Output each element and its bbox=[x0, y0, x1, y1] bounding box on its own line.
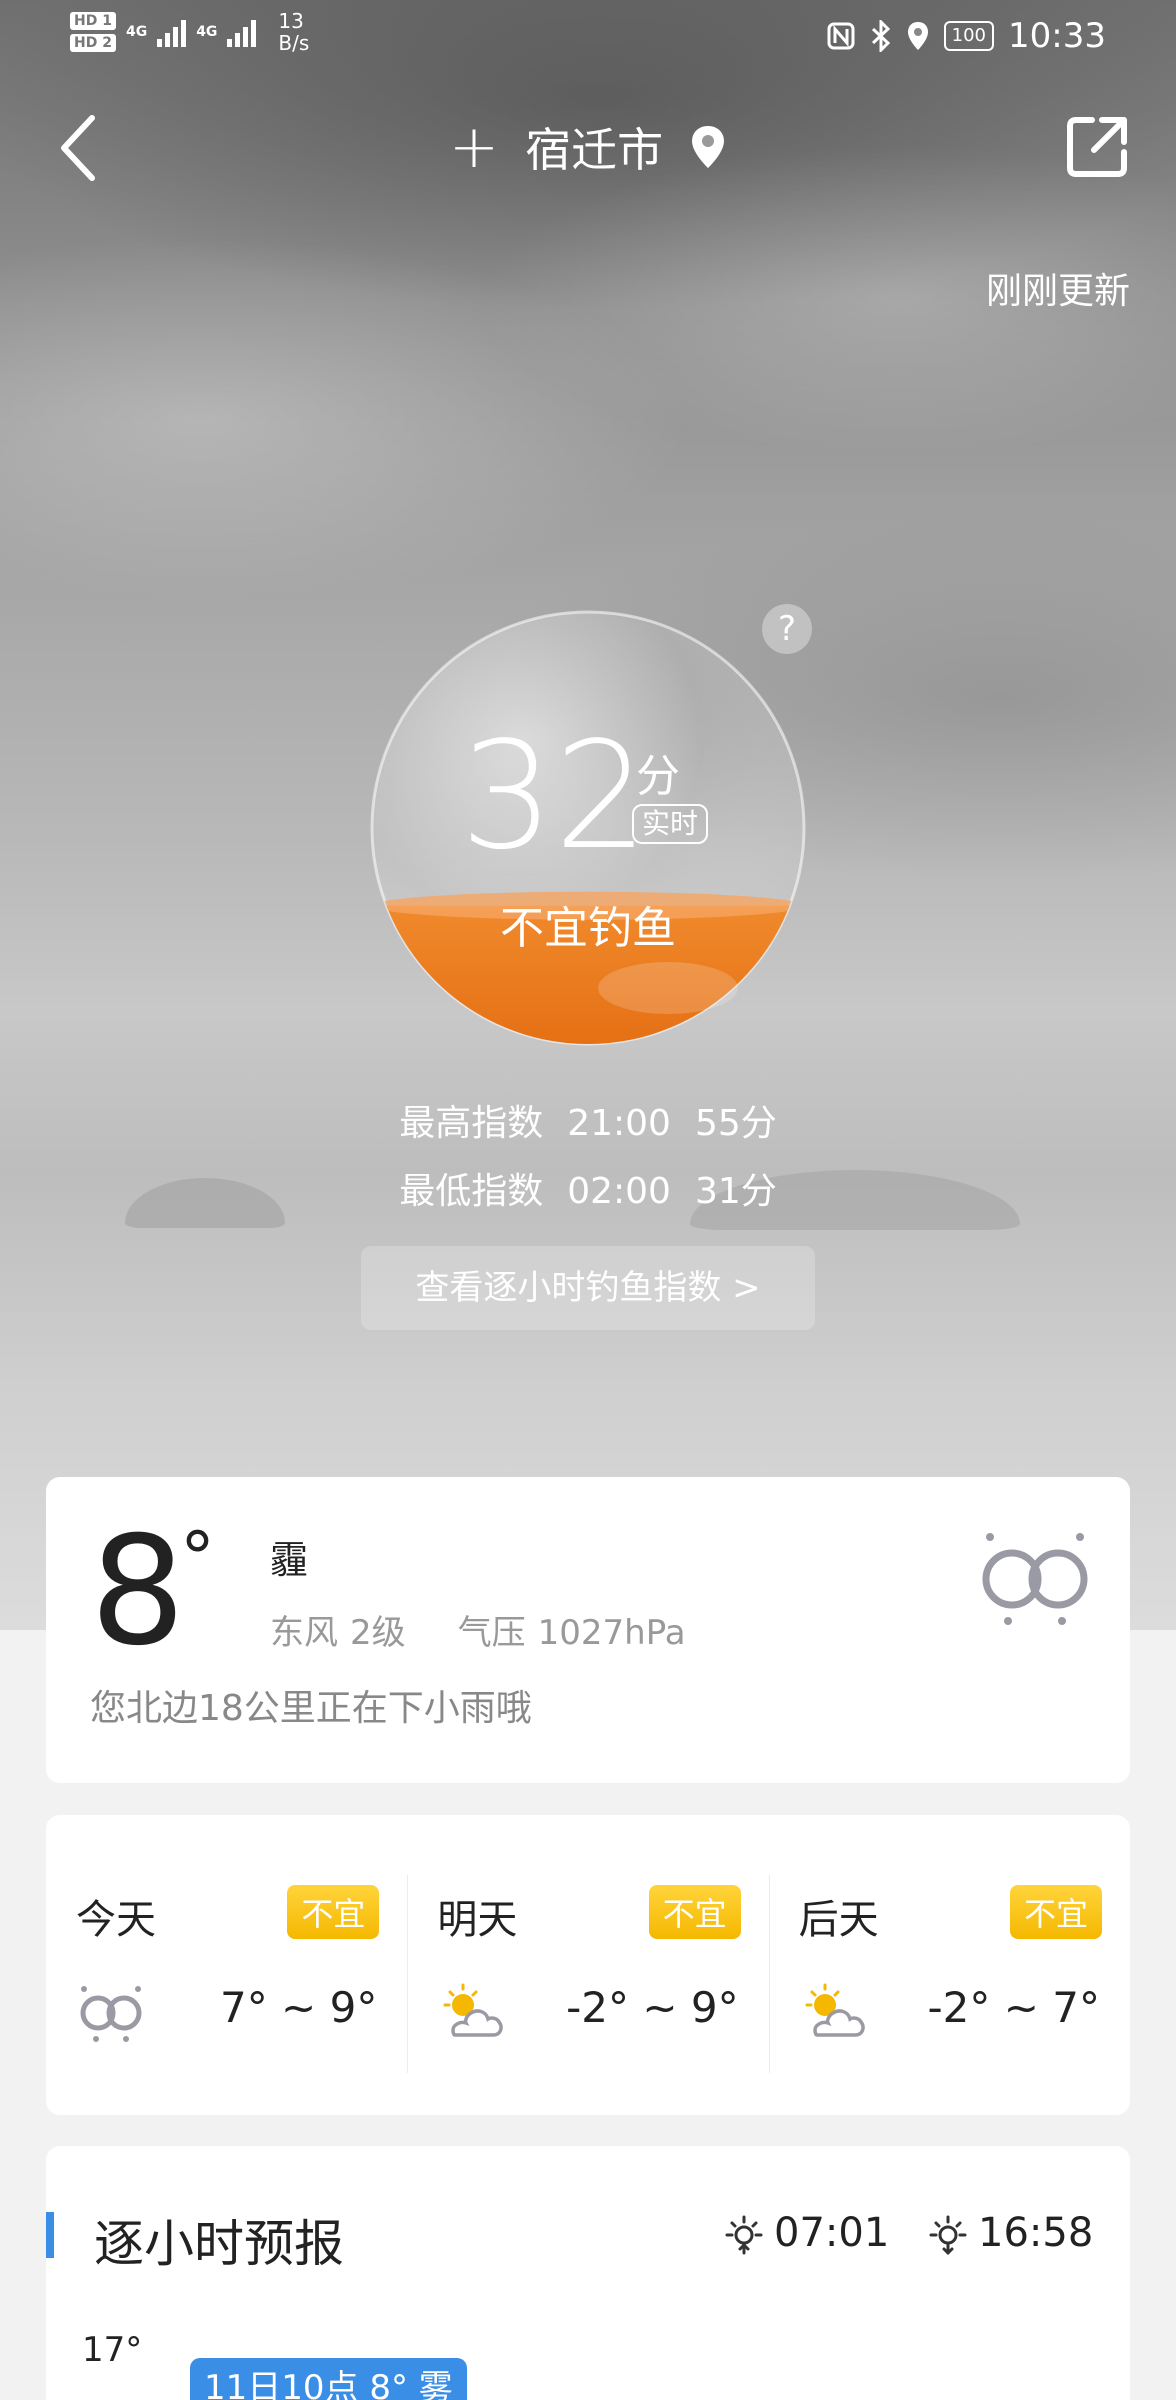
temp-range: -2° ~ 9° bbox=[566, 1983, 739, 2032]
hourly-peak-temp: 17° bbox=[82, 2330, 143, 2370]
fishing-badge: 不宜 bbox=[1009, 1885, 1102, 1939]
temp-range: -2° ~ 7° bbox=[927, 1983, 1100, 2032]
sunset-icon bbox=[929, 2215, 967, 2255]
network-type: 4G bbox=[125, 24, 148, 40]
partly-cloudy-icon bbox=[805, 1983, 865, 2037]
section-accent-bar bbox=[46, 2212, 54, 2258]
sunset-time: 16:58 bbox=[978, 2210, 1094, 2256]
day-after-tomorrow[interactable]: 后天 不宜 -2° ~ 7° bbox=[768, 1815, 1130, 2115]
clock: 10:33 bbox=[1008, 16, 1106, 56]
realtime-tag: 实时 bbox=[632, 804, 709, 844]
wind-level: 2级 bbox=[350, 1613, 406, 1653]
pressure-value: 1027hPa bbox=[537, 1613, 686, 1653]
highest-index-row: 最高指数 21:00 55分 bbox=[399, 1103, 777, 1144]
pressure-label: 气压 bbox=[457, 1613, 526, 1653]
current-condition: 霾 bbox=[270, 1538, 309, 1582]
city-name: 宿迁市 bbox=[525, 123, 664, 177]
score-unit: 分 bbox=[636, 751, 680, 802]
day-name: 今天 bbox=[76, 1897, 156, 1943]
hd-indicators: HD 1 HD 2 bbox=[70, 12, 116, 52]
three-day-forecast-card: 今天 不宜 7° ~ 9° 明天 不宜 -2° ~ 9° 后天 不宜 -2° ~… bbox=[46, 1815, 1130, 2115]
fishing-index-page: HD 1 HD 2 4G 4G 13 B/s 100 10:33 + 宿迁市 刚… bbox=[0, 0, 1176, 2400]
day-today[interactable]: 今天 不宜 7° ~ 9° bbox=[46, 1815, 407, 2115]
sunset: 16:58 bbox=[926, 2210, 1093, 2256]
hd1-badge: HD 1 bbox=[70, 12, 116, 30]
update-status: 刚刚更新 bbox=[985, 271, 1130, 312]
fishing-score: 32 bbox=[460, 710, 649, 882]
network-type-2: 4G bbox=[196, 24, 218, 40]
haze-icon bbox=[80, 1986, 142, 2042]
wind-pressure: 东风 2级 气压 1027hPa bbox=[270, 1605, 698, 1654]
partly-cloudy-icon bbox=[443, 1983, 504, 2037]
lowest-index-row: 最低指数 02:00 31分 bbox=[399, 1171, 777, 1212]
bluetooth-icon bbox=[871, 20, 890, 52]
net-speed: 13 B/s bbox=[278, 9, 310, 55]
location-pin-icon bbox=[692, 126, 725, 168]
temp-range: 7° ~ 9° bbox=[219, 1983, 378, 2032]
fishing-verdict: 不宜钓鱼 bbox=[500, 903, 676, 954]
add-city-icon[interactable]: + bbox=[449, 117, 499, 177]
fishing-badge: 不宜 bbox=[648, 1885, 741, 1939]
hd2-badge: HD 2 bbox=[70, 34, 116, 52]
day-tomorrow[interactable]: 明天 不宜 -2° ~ 9° bbox=[407, 1815, 768, 2115]
status-bar: HD 1 HD 2 4G 4G 13 B/s 100 10:33 bbox=[0, 0, 1176, 70]
signal-1-icon bbox=[157, 17, 187, 47]
fishing-badge: 不宜 bbox=[287, 1885, 380, 1939]
status-left: HD 1 HD 2 4G 4G 13 B/s bbox=[70, 10, 309, 54]
signal-2-icon bbox=[227, 17, 257, 47]
share-icon[interactable] bbox=[1062, 112, 1132, 182]
sunrise-time: 07:01 bbox=[774, 2210, 890, 2256]
selected-hour-tag[interactable]: 11日10点 8° 雾 bbox=[190, 2358, 467, 2400]
current-weather-card[interactable]: 8 ° 霾 东风 2级 气压 1027hPa 您北边18公里正在下小雨哦 bbox=[46, 1477, 1130, 1783]
header: + 宿迁市 bbox=[0, 100, 1176, 196]
day-name: 后天 bbox=[798, 1897, 879, 1943]
city-title[interactable]: + 宿迁市 bbox=[0, 114, 1176, 180]
haze-icon bbox=[982, 1533, 1088, 1625]
sunrise-icon bbox=[725, 2215, 763, 2255]
sunrise: 07:01 bbox=[722, 2210, 889, 2256]
nfc-icon bbox=[827, 22, 855, 50]
current-temp: 8 bbox=[90, 1505, 186, 1679]
battery-icon: 100 bbox=[943, 21, 995, 51]
degree-symbol: ° bbox=[180, 1517, 215, 1599]
status-right: 100 10:33 bbox=[826, 16, 1106, 56]
wind-direction: 东风 bbox=[270, 1613, 338, 1653]
day-name: 明天 bbox=[437, 1897, 518, 1943]
hourly-fishing-index-button[interactable]: 查看逐小时钓鱼指数 > bbox=[361, 1246, 815, 1330]
hourly-forecast-card: 逐小时预报 07:01 16:58 17° 11日10点 8° 雾 bbox=[46, 2146, 1130, 2400]
location-status-icon bbox=[907, 22, 928, 50]
rain-alert: 您北边18公里正在下小雨哦 bbox=[90, 1688, 532, 1729]
help-button[interactable]: ? bbox=[762, 604, 812, 654]
hourly-title: 逐小时预报 bbox=[94, 2215, 344, 2273]
index-extremes: 最高指数 21:00 55分 最低指数 02:00 31分 bbox=[0, 1090, 1176, 1226]
